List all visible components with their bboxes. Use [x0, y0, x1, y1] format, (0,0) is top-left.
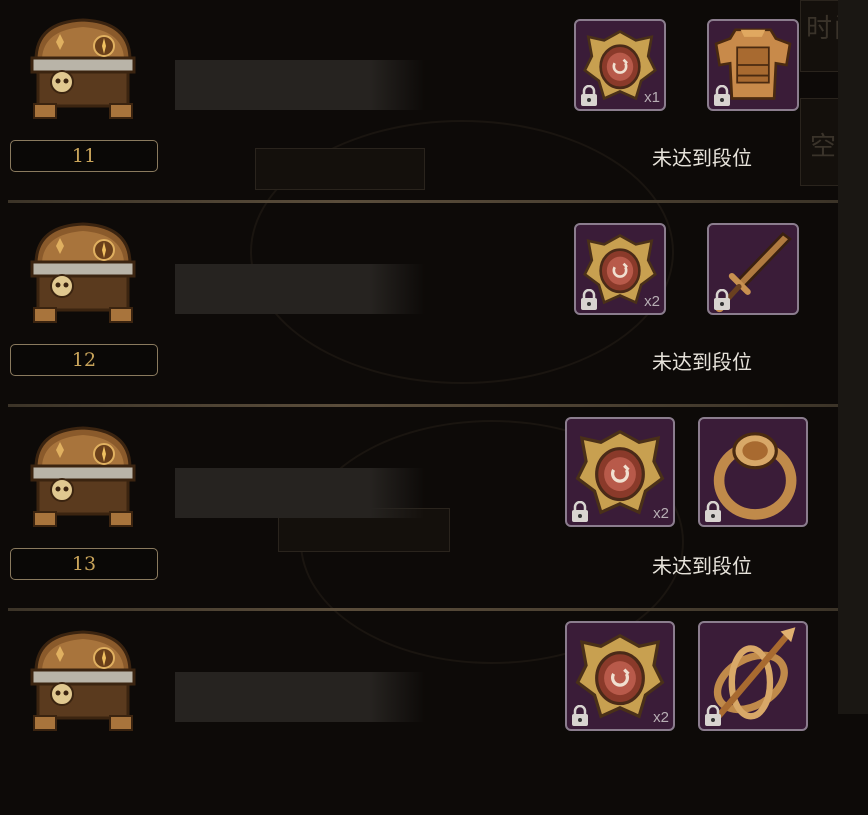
progress-bar	[175, 264, 425, 314]
level-number: 12	[71, 349, 97, 371]
reward-row: 11 x1 未达到段位	[0, 0, 838, 203]
reward-slot-sword[interactable]	[707, 223, 799, 315]
row-divider	[8, 608, 838, 611]
reward-slot-astrolabe[interactable]	[698, 621, 808, 731]
level-label: 11	[10, 140, 158, 172]
right-edge-panel	[838, 0, 868, 714]
level-number: 13	[71, 553, 97, 575]
reward-slot-medal[interactable]: x2	[565, 621, 675, 731]
reward-count: x2	[653, 505, 669, 522]
treasure-chest-icon	[22, 216, 144, 328]
treasure-chest-icon	[22, 12, 144, 124]
treasure-chest-icon	[22, 624, 144, 736]
lock-icon	[579, 289, 599, 311]
lock-icon	[703, 705, 723, 727]
reward-slot-medal[interactable]: x2	[565, 417, 675, 527]
progress-bar	[175, 468, 425, 518]
reward-count: x1	[644, 89, 660, 106]
reward-slot-ring[interactable]	[698, 417, 808, 527]
reward-slot-armor[interactable]	[707, 19, 799, 111]
reward-row: 13 x2 未达到段位	[0, 408, 838, 611]
status-text: 未达到段位	[652, 352, 752, 374]
row-divider	[8, 200, 838, 203]
lock-icon	[712, 85, 732, 107]
reward-count: x2	[653, 709, 669, 726]
lock-icon	[570, 705, 590, 727]
progress-bar	[175, 60, 425, 110]
reward-row: 12 x2 未达到段位	[0, 204, 838, 407]
treasure-chest-icon	[22, 420, 144, 532]
progress-bar	[175, 672, 425, 722]
level-number: 11	[71, 145, 97, 167]
lock-icon	[703, 501, 723, 523]
row-divider	[8, 404, 838, 407]
lock-icon	[712, 289, 732, 311]
reward-slot-medal[interactable]: x1	[574, 19, 666, 111]
level-label: 12	[10, 344, 158, 376]
lock-icon	[570, 501, 590, 523]
rank-reward-list[interactable]: 11 x1 未达到段位 12 x2 未达到段位 13 x2 未达到段位 x2	[0, 0, 838, 731]
status-text: 未达到段位	[652, 148, 752, 170]
level-label: 13	[10, 548, 158, 580]
lock-icon	[579, 85, 599, 107]
reward-count: x2	[644, 293, 660, 310]
reward-slot-medal[interactable]: x2	[574, 223, 666, 315]
status-text: 未达到段位	[652, 556, 752, 578]
